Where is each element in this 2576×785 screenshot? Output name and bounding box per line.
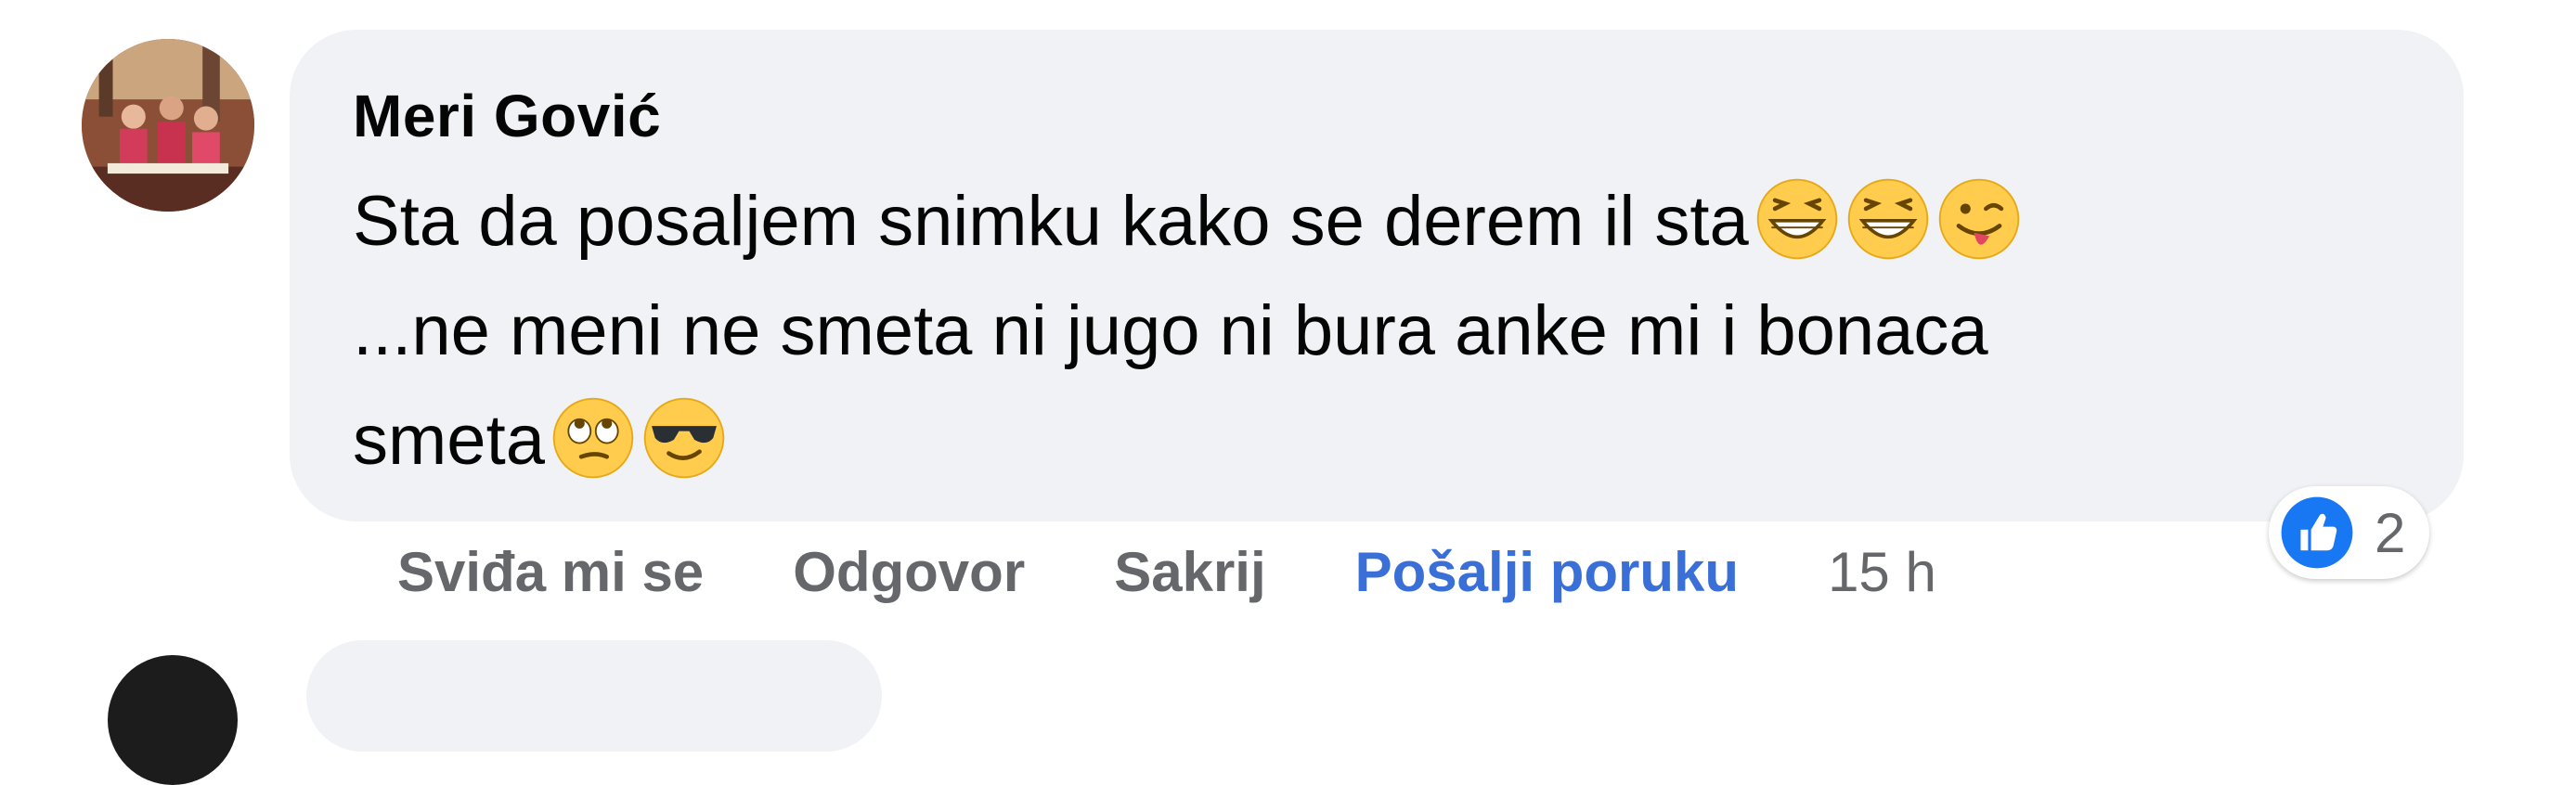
smiling-face-with-sunglasses-icon [641,395,727,481]
commenter-avatar[interactable] [82,39,254,212]
like-icon [2281,496,2353,569]
comment-text: Sta da posaljem snimku kako se derem il … [353,167,2441,495]
grinning-squinting-face-icon [1845,176,1931,262]
hide-button[interactable]: Sakrij [1114,540,1265,604]
reaction-count: 2 [2375,501,2406,564]
winking-face-with-tongue-icon [1936,176,2022,262]
comment-line-2: ...ne meni ne smeta ni jugo ni bura anke… [353,291,1988,370]
next-commenter-avatar[interactable] [108,655,238,785]
comment-author[interactable]: Meri Gović [353,82,661,150]
reaction-summary[interactable]: 2 [2269,486,2430,579]
send-message-button[interactable]: Pošalji poruku [1355,540,1739,604]
comment-line-3: smeta [353,386,2441,495]
grinning-squinting-face-icon [1754,176,1840,262]
timestamp[interactable]: 15 h [1828,540,1936,604]
next-comment-bubble [306,640,882,752]
comment-line-1: Sta da posaljem snimku kako se derem il … [353,167,2441,277]
like-button[interactable]: Sviđa mi se [397,540,704,604]
comment-actions: Sviđa mi se Odgovor Sakrij Pošalji poruk… [397,540,1936,604]
face-with-rolling-eyes-icon [550,395,636,481]
reply-button[interactable]: Odgovor [793,540,1025,604]
